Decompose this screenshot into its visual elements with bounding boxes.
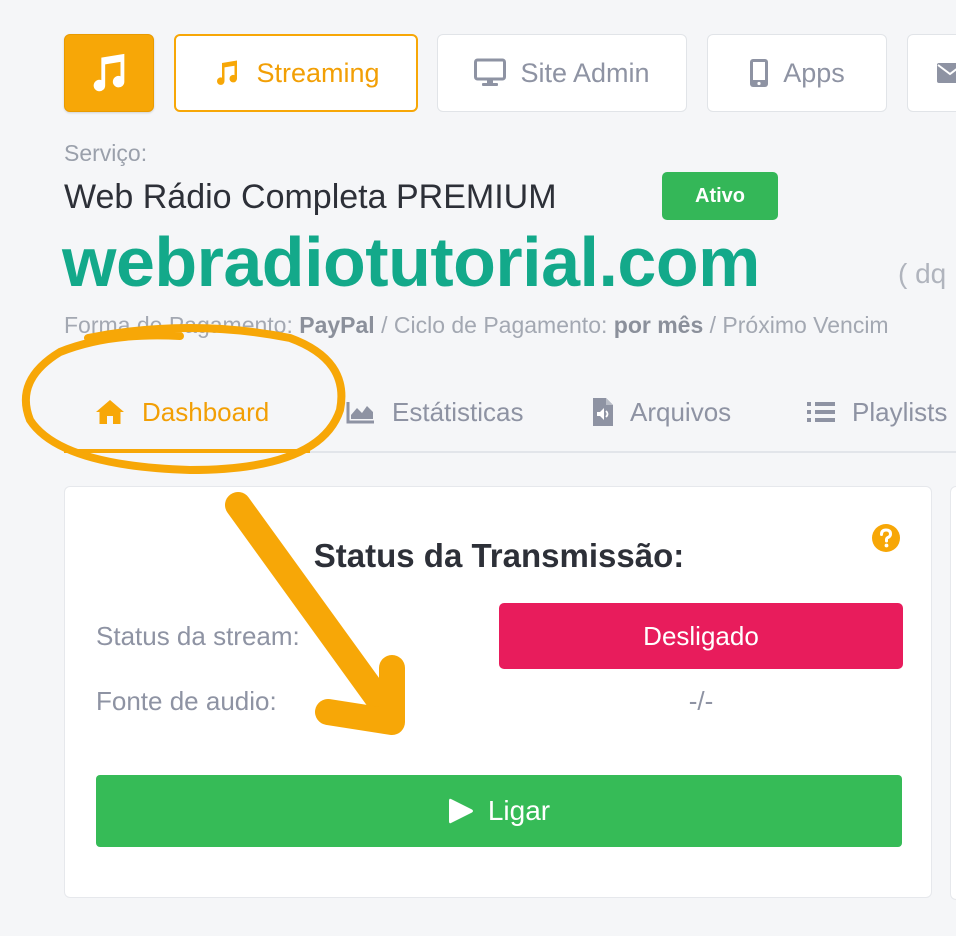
audio-source-value: -/- <box>688 686 714 716</box>
tab-files[interactable]: Arquivos <box>592 392 731 432</box>
tab-statistics[interactable]: Estátisticas <box>346 392 524 432</box>
tab-playlists-label: Playlists <box>852 396 948 427</box>
payment-method-label: Forma de Pagamento: <box>64 312 293 338</box>
service-label: Serviço: <box>64 140 148 166</box>
page: Streaming Site Admin Apps Serviço: Web R… <box>0 0 956 936</box>
audio-file-icon <box>593 398 613 426</box>
area-chart-icon <box>346 402 374 424</box>
list-icon <box>807 402 835 422</box>
tab-files-label: Arquivos <box>630 396 732 427</box>
next-due-label: / Próximo Vencim <box>709 312 889 338</box>
service-domain-extra: ( dq <box>898 258 947 289</box>
plan-name: Web Rádio Completa PREMIUM <box>64 178 557 216</box>
envelope-icon <box>937 63 956 83</box>
status-badge: Ativo <box>662 172 778 220</box>
home-music-button[interactable] <box>64 34 154 112</box>
home-icon <box>96 400 124 424</box>
start-stream-button[interactable]: Ligar <box>96 775 902 847</box>
mobile-phone-icon <box>750 59 769 87</box>
active-tab-indicator <box>64 449 310 453</box>
tab-playlists[interactable]: Playlists <box>806 392 947 432</box>
site-admin-label: Site Admin <box>520 57 650 88</box>
stream-status-label: Status da stream: <box>96 621 300 651</box>
billing-cycle-value: por mês <box>613 312 704 338</box>
service-domain: webradiotutorial.com <box>62 223 760 301</box>
payment-info: Forma de Pagamento: PayPal / Ciclo de Pa… <box>64 312 889 339</box>
music-note-icon <box>93 53 125 92</box>
payment-method-value: PayPal <box>299 312 375 338</box>
music-note-icon <box>217 60 238 85</box>
billing-cycle-label: / Ciclo de Pagamento: <box>381 312 608 338</box>
stream-status-badge: Desligado <box>499 603 903 669</box>
streaming-tab-button[interactable]: Streaming <box>174 34 418 112</box>
help-icon[interactable] <box>871 523 901 553</box>
streaming-label: Streaming <box>256 57 380 88</box>
tab-statistics-label: Estátisticas <box>392 396 524 427</box>
play-icon <box>448 798 473 824</box>
monitor-icon <box>474 58 507 86</box>
start-stream-label: Ligar <box>487 795 551 826</box>
apps-label: Apps <box>783 57 845 88</box>
card-title: Status da Transmissão: <box>313 537 685 574</box>
site-admin-button[interactable]: Site Admin <box>437 34 687 112</box>
secondary-card-edge <box>950 486 956 900</box>
apps-button[interactable]: Apps <box>707 34 887 112</box>
transmission-status-card: Status da Transmissão: Status da stream:… <box>64 486 932 898</box>
audio-source-label: Fonte de audio: <box>96 686 277 716</box>
email-button[interactable] <box>907 34 956 112</box>
tab-dashboard-label: Dashboard <box>142 396 270 427</box>
tab-dashboard[interactable]: Dashboard <box>94 392 269 432</box>
